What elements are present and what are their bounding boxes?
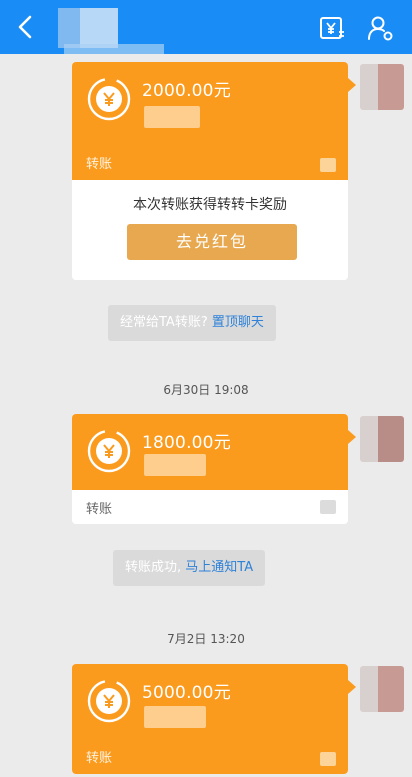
back-chevron-icon[interactable]	[14, 14, 38, 40]
transfer-card[interactable]: 5000.00元 转账	[72, 664, 348, 774]
avatar[interactable]	[360, 64, 404, 110]
transfer-card-header: 2000.00元 转账	[72, 62, 348, 180]
sender-note-blurred	[144, 106, 200, 128]
notice-text: 转账成功,	[125, 560, 182, 575]
transfer-amount: 2000.00元	[142, 81, 231, 101]
bubble-tail	[348, 680, 356, 694]
alipay-badge-icon	[320, 500, 336, 514]
notice-text: 经常给TA转账?	[120, 315, 208, 330]
transfer-card-footer: 转账	[72, 490, 348, 524]
transfer-card[interactable]: 1800.00元 转账	[72, 414, 348, 524]
reward-section: 本次转账获得转转卡奖励 去兑红包	[72, 180, 348, 280]
transfer-label: 转账	[86, 157, 113, 172]
reward-text: 本次转账获得转转卡奖励	[133, 197, 287, 213]
avatar[interactable]	[360, 666, 404, 712]
transfer-label: 转账	[86, 751, 113, 766]
transfer-card-header: 1800.00元	[72, 414, 348, 490]
contact-name-blurred	[58, 8, 164, 54]
redeem-red-packet-button[interactable]: 去兑红包	[127, 224, 297, 260]
transfer-coin-icon	[87, 429, 131, 473]
top-bar	[0, 0, 412, 54]
transfer-amount: 5000.00元	[142, 683, 231, 703]
user-settings-icon[interactable]	[366, 14, 394, 42]
transfer-amount: 1800.00元	[142, 433, 231, 453]
timestamp: 6月30日 19:08	[163, 383, 249, 397]
notify-link[interactable]: 马上通知TA	[185, 560, 253, 575]
timestamp: 7月2日 13:20	[167, 632, 245, 646]
sender-note-blurred	[144, 706, 206, 728]
transfer-card-header: 5000.00元 转账	[72, 664, 348, 774]
transfer-label: 转账	[86, 502, 113, 517]
sender-note-blurred	[144, 454, 206, 476]
notify-notice: 转账成功, 马上通知TA	[113, 550, 266, 586]
pin-chat-link[interactable]: 置顶聊天	[212, 315, 264, 330]
alipay-badge-icon	[320, 752, 336, 766]
bubble-tail	[348, 430, 356, 444]
transfer-coin-icon	[87, 679, 131, 723]
bubble-tail	[348, 78, 356, 92]
chat-area: 2000.00元 转账 本次转账获得转转卡奖励 去兑红包 经常给TA转账? 置顶…	[0, 54, 412, 777]
transfer-card[interactable]: 2000.00元 转账 本次转账获得转转卡奖励 去兑红包	[72, 62, 348, 280]
alipay-badge-icon	[320, 158, 336, 172]
pin-chat-notice: 经常给TA转账? 置顶聊天	[108, 305, 276, 341]
transfer-yuan-icon[interactable]	[318, 14, 346, 42]
avatar[interactable]	[360, 416, 404, 462]
transfer-coin-icon	[87, 77, 131, 121]
